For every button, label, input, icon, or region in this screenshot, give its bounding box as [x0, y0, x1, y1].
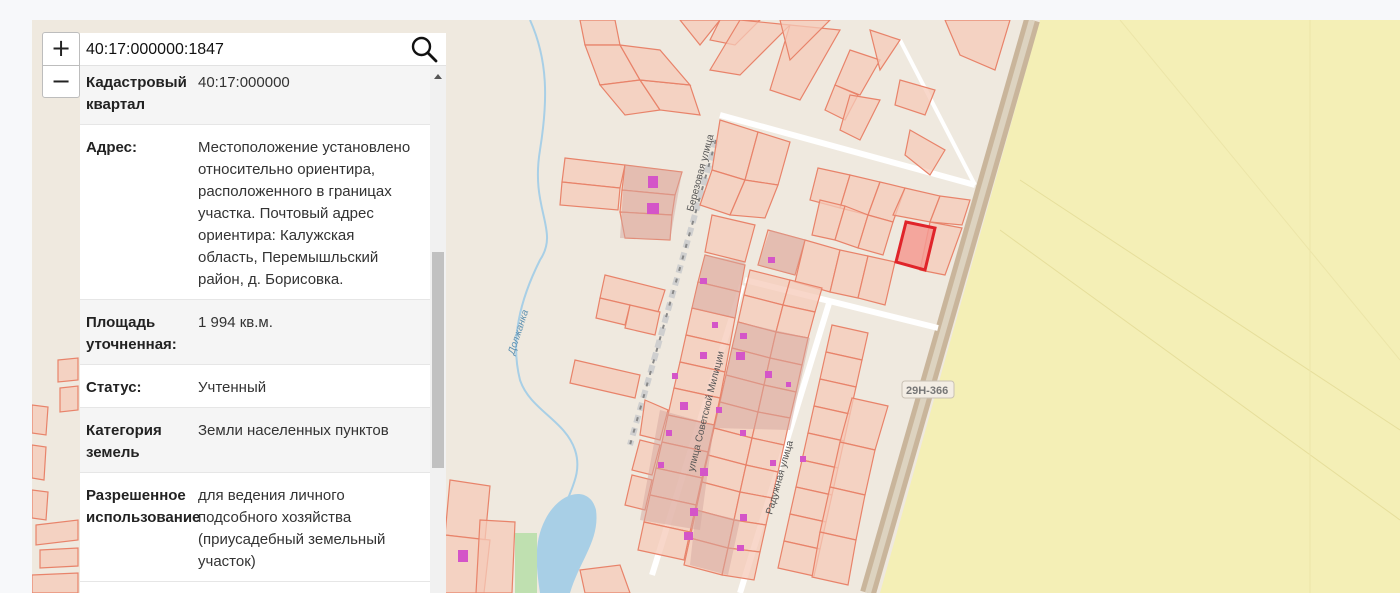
info-value: Местоположение установлено относительно …: [198, 139, 411, 288]
zoom-in-button[interactable]: +: [43, 33, 79, 65]
info-value: Земли населенных пунктов: [198, 422, 389, 439]
info-value: 1 994 кв.м.: [198, 314, 273, 331]
info-key: Категория земель: [86, 422, 162, 461]
info-row-status: Статус: Учтенный: [80, 365, 430, 408]
zoom-control: + −: [42, 32, 80, 98]
info-key: Площадь уточненная:: [86, 314, 177, 353]
zoom-out-button[interactable]: −: [43, 65, 79, 98]
info-key: Адрес:: [86, 139, 137, 156]
panel-scrollbar[interactable]: [430, 66, 446, 593]
park-area: [515, 533, 537, 593]
river-dolzhanka: [515, 20, 579, 521]
parcel-info-panel: Кадастровый квартал 40:17:000000 Адрес: …: [80, 66, 430, 593]
info-row-land-category: Категория земель Земли населенных пункто…: [80, 408, 430, 473]
info-value: Учтенный: [198, 379, 267, 396]
road-number-label: 29Н-366: [906, 385, 948, 397]
river-label: Должанка: [506, 308, 531, 357]
info-key: Кадастровый квартал: [86, 74, 187, 113]
search-bar: [80, 33, 446, 66]
info-key: Статус:: [86, 379, 142, 396]
scrollbar-thumb[interactable]: [432, 252, 444, 468]
info-row-permitted-use: Разрешенное использование для ведения ли…: [80, 473, 430, 582]
search-input[interactable]: [84, 38, 408, 62]
info-value: 40:17:000000: [198, 74, 290, 91]
scroll-up-arrow-icon[interactable]: [434, 74, 442, 79]
info-row-cadastral-quarter: Кадастровый квартал 40:17:000000: [80, 66, 430, 125]
info-row-address: Адрес: Местоположение установлено относи…: [80, 125, 430, 300]
info-row-area: Площадь уточненная: 1 994 кв.м.: [80, 300, 430, 365]
info-key: Разрешенное использование: [86, 487, 201, 526]
search-icon[interactable]: [410, 35, 438, 63]
info-value: для ведения личного подсобного хозяйства…: [198, 487, 386, 570]
